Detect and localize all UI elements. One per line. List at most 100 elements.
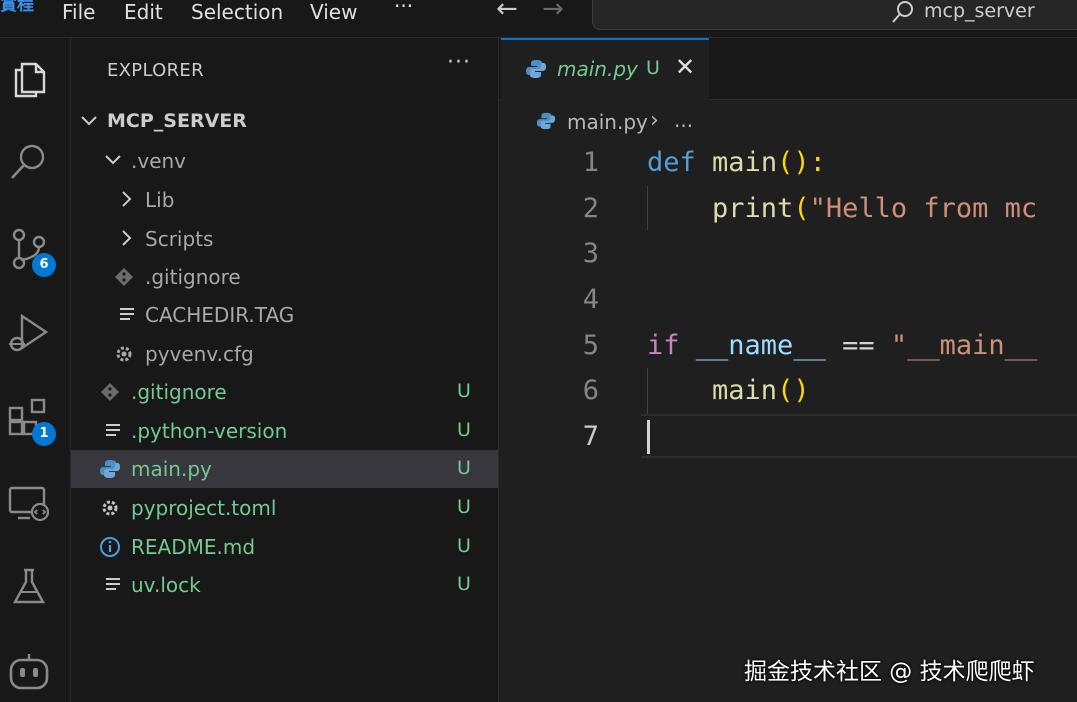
app-logo: 賞程 bbox=[0, 0, 34, 15]
tree-item-pyproject[interactable]: pyproject.toml U bbox=[71, 489, 498, 527]
explorer-icon[interactable] bbox=[6, 56, 52, 102]
menu-more[interactable]: ··· bbox=[394, 0, 413, 18]
git-file-icon bbox=[115, 268, 133, 286]
git-status-untracked: U bbox=[457, 419, 471, 441]
git-file-icon bbox=[101, 383, 119, 401]
root-folder-label: MCP_SERVER bbox=[107, 110, 247, 132]
search-icon bbox=[892, 1, 913, 23]
testing-flask-icon[interactable] bbox=[6, 564, 52, 610]
code-text: if __name__ == "__main__ bbox=[647, 330, 1038, 361]
tree-item-label: uv.lock bbox=[131, 573, 201, 597]
tab-main-py[interactable]: main.py U ✕ bbox=[501, 38, 709, 100]
line-number: 2 bbox=[582, 193, 599, 224]
code-line: 4 bbox=[499, 277, 1077, 323]
code-line-current: 7 bbox=[499, 414, 1077, 460]
menu-view[interactable]: View bbox=[310, 0, 357, 24]
tree-item-pyvenv-cfg[interactable]: pyvenv.cfg bbox=[71, 335, 498, 373]
lines-file-icon bbox=[120, 308, 134, 320]
tree-item-label: .python-version bbox=[131, 419, 288, 443]
breadcrumb-file[interactable]: main.py bbox=[567, 110, 648, 134]
python-icon bbox=[100, 460, 120, 478]
tree-item-label: pyvenv.cfg bbox=[145, 342, 254, 366]
tree-item-label: pyproject.toml bbox=[131, 496, 277, 520]
line-number: 5 bbox=[582, 330, 599, 361]
activity-bar: 6 1 bbox=[0, 38, 71, 702]
code-line: 3 bbox=[499, 231, 1077, 277]
lines-file-icon bbox=[106, 578, 120, 590]
title-bar: 賞程 File Edit Selection View ··· ← → mcp_… bbox=[0, 0, 1077, 38]
chevron-down-icon bbox=[81, 116, 97, 126]
tree-item-readme[interactable]: README.md U bbox=[71, 528, 498, 566]
chevron-right-icon bbox=[122, 230, 132, 246]
chevron-right-icon bbox=[122, 191, 132, 207]
forward-arrow-icon[interactable]: → bbox=[542, 0, 564, 24]
tree-item-main-py[interactable]: main.py U bbox=[71, 450, 498, 488]
python-icon bbox=[526, 60, 546, 78]
git-status-untracked: U bbox=[457, 573, 471, 595]
tree-item-python-version[interactable]: .python-version U bbox=[71, 412, 498, 450]
tree-item-gitignore[interactable]: .gitignore U bbox=[71, 373, 498, 411]
explorer-sidebar: EXPLORER ··· MCP_SERVER .venv Lib Script… bbox=[71, 38, 499, 702]
code-line: 1 def main(): bbox=[499, 140, 1077, 186]
menu-file[interactable]: File bbox=[62, 0, 95, 24]
tree-item-lib[interactable]: Lib bbox=[71, 181, 498, 219]
code-line: 2 print("Hello from mc bbox=[499, 186, 1077, 232]
git-status-untracked: U bbox=[457, 380, 471, 402]
git-status-untracked: U bbox=[457, 457, 471, 479]
tree-item-uv-lock[interactable]: uv.lock U bbox=[71, 566, 498, 604]
tree-item-label: Scripts bbox=[145, 227, 214, 251]
line-number: 3 bbox=[582, 238, 599, 269]
search-text: mcp_server bbox=[924, 0, 1035, 22]
run-debug-icon[interactable] bbox=[6, 310, 52, 356]
code-editor[interactable]: 1 def main(): 2 print("Hello from mc 3 4… bbox=[499, 140, 1077, 702]
watermark: 掘金技术社区 @ 技术爬爬虾 bbox=[744, 659, 1035, 685]
explorer-more-actions[interactable]: ··· bbox=[447, 50, 471, 75]
menu-edit[interactable]: Edit bbox=[124, 0, 163, 24]
tree-item-label: README.md bbox=[131, 535, 256, 559]
tree-item-label: main.py bbox=[131, 457, 212, 481]
git-status-untracked: U bbox=[457, 496, 471, 518]
gear-icon bbox=[116, 346, 132, 362]
tab-git-status: U bbox=[646, 57, 660, 79]
git-status-untracked: U bbox=[457, 535, 471, 557]
tree-item-scripts[interactable]: Scripts bbox=[71, 220, 498, 258]
gear-icon bbox=[102, 500, 118, 516]
copilot-chat-icon[interactable] bbox=[6, 650, 52, 696]
explorer-title: EXPLORER bbox=[107, 60, 204, 81]
tree-item-venv-gitignore[interactable]: .gitignore bbox=[71, 258, 498, 296]
line-number: 6 bbox=[582, 375, 599, 406]
chevron-right-icon: › bbox=[650, 108, 659, 133]
tree-item-label: Lib bbox=[145, 188, 175, 212]
remote-explorer-icon[interactable] bbox=[6, 480, 52, 526]
python-icon bbox=[536, 112, 556, 130]
current-line-highlight bbox=[641, 414, 1077, 458]
chevron-down-icon bbox=[105, 155, 121, 165]
code-line: 6 main() bbox=[499, 368, 1077, 414]
code-text: main() bbox=[712, 375, 810, 406]
breadcrumb-symbol[interactable]: ... bbox=[674, 108, 693, 132]
editor-tab-bar: main.py U ✕ bbox=[499, 38, 1077, 100]
tree-item-venv[interactable]: .venv bbox=[71, 142, 498, 180]
lines-file-icon bbox=[106, 424, 120, 436]
line-number: 4 bbox=[582, 284, 599, 315]
code-text: print("Hello from mc bbox=[712, 193, 1038, 224]
tree-item-label: .gitignore bbox=[131, 380, 227, 404]
code-text: def main(): bbox=[647, 147, 826, 178]
code-line: 5 if __name__ == "__main__ bbox=[499, 323, 1077, 369]
search-view-icon[interactable] bbox=[6, 139, 52, 185]
source-control-badge: 6 bbox=[32, 253, 56, 277]
close-icon[interactable]: ✕ bbox=[675, 53, 695, 81]
extensions-badge: 1 bbox=[32, 422, 56, 446]
menu-selection[interactable]: Selection bbox=[191, 0, 283, 24]
tree-root-folder[interactable]: MCP_SERVER bbox=[71, 103, 498, 141]
tab-label: main.py bbox=[557, 57, 638, 81]
tree-item-label: .gitignore bbox=[145, 265, 241, 289]
tree-item-label: .venv bbox=[131, 149, 187, 173]
line-number: 7 bbox=[582, 421, 599, 452]
back-arrow-icon[interactable]: ← bbox=[496, 0, 518, 24]
line-number: 1 bbox=[582, 147, 599, 178]
tree-item-label: CACHEDIR.TAG bbox=[145, 303, 295, 327]
tree-item-cachedir[interactable]: CACHEDIR.TAG bbox=[71, 296, 498, 334]
info-icon bbox=[100, 537, 120, 557]
text-cursor bbox=[647, 420, 650, 454]
